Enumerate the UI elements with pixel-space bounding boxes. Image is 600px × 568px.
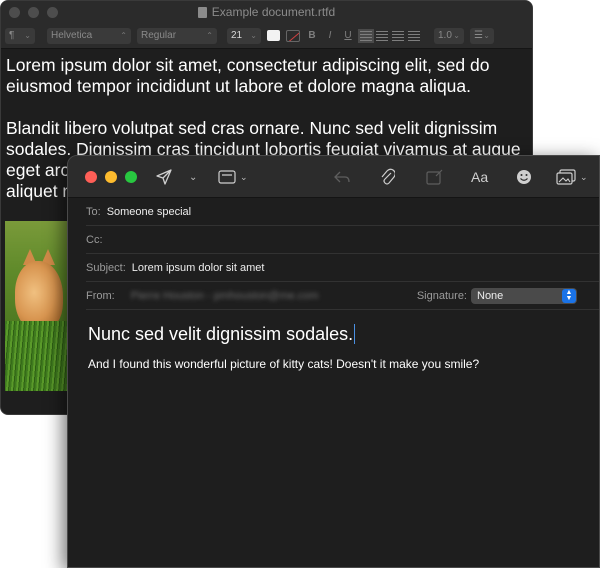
mail-traffic-lights	[85, 171, 137, 183]
to-recipient[interactable]: Someone special	[107, 206, 191, 218]
reply-arrow-icon	[334, 171, 350, 183]
background-color-swatch[interactable]	[286, 29, 300, 42]
message-body[interactable]: Nunc sed velit dignissim sodales. And I …	[68, 310, 599, 384]
photo-browser-icon	[556, 169, 576, 185]
cc-label: Cc:	[86, 233, 103, 246]
chevron-down-icon: ⌄	[240, 171, 248, 182]
grass-area	[5, 321, 69, 391]
align-right-icon[interactable]	[392, 30, 404, 41]
text-caret	[354, 324, 356, 344]
from-account-popup[interactable]: Pierre Houston - pmhouston@me.com	[131, 290, 319, 302]
chevron-updown-icon: ▲ ▼	[562, 289, 576, 303]
reply-button	[334, 167, 350, 187]
format-toolbar: ¶ ⌄ Helvetica ⌃ Regular ⌃ 21 ⌄ B I U 1.0…	[1, 23, 532, 49]
paper-plane-icon	[156, 169, 172, 185]
alignment-controls	[358, 28, 420, 43]
font-style-popup[interactable]: Regular ⌃	[137, 27, 217, 44]
format-label: Aa	[471, 169, 489, 185]
underline-button[interactable]: U	[342, 30, 354, 41]
font-family-label: Helvetica	[51, 30, 93, 41]
document-icon	[197, 6, 207, 18]
align-justify-icon[interactable]	[408, 30, 420, 41]
markup-button	[426, 167, 444, 187]
header-fields-button[interactable]: ⌄	[218, 167, 248, 187]
font-family-popup[interactable]: Helvetica ⌃	[47, 27, 131, 44]
close-button[interactable]	[9, 7, 20, 18]
font-style-label: Regular	[141, 30, 177, 41]
from-label: From:	[86, 289, 115, 302]
signature-label: Signature:	[416, 289, 467, 302]
chevron-down-icon: ⌄	[250, 31, 257, 40]
line-spacing-label: 1.0	[438, 30, 452, 41]
textedit-titlebar[interactable]: Example document.rtfd	[1, 1, 532, 23]
to-field-row[interactable]: To: Someone special	[86, 198, 599, 226]
smiley-icon	[517, 170, 531, 184]
from-field-row: From: Pierre Houston - pmhouston@me.com …	[86, 282, 599, 310]
chevron-down-icon: ⌄	[453, 31, 460, 40]
align-left-icon[interactable]	[358, 28, 374, 43]
line-spacing-popup[interactable]: 1.0 ⌄	[434, 27, 464, 44]
body-text: And I found this wonderful picture of ki…	[88, 357, 480, 371]
minimize-button[interactable]	[28, 7, 39, 18]
align-center-icon[interactable]	[376, 30, 388, 41]
italic-button[interactable]: I	[324, 30, 336, 41]
to-label: To:	[86, 205, 101, 218]
font-size-label: 21	[231, 30, 243, 41]
bold-button[interactable]: B	[306, 30, 318, 41]
text-color-swatch[interactable]	[267, 30, 280, 41]
paperclip-icon	[381, 168, 395, 185]
minimize-button[interactable]	[105, 171, 117, 183]
send-options-button[interactable]: ⌄	[189, 167, 197, 187]
zoom-button[interactable]	[125, 171, 137, 183]
attach-button[interactable]	[381, 167, 395, 187]
list-popup[interactable]: ☰ ⌄	[470, 27, 494, 44]
paragraph-style-label: ¶	[9, 30, 15, 41]
window-title: Example document.rtfd	[197, 5, 336, 19]
header-fields-icon	[218, 170, 236, 184]
chevron-down-icon: ⌄	[24, 31, 31, 40]
chevron-updown-icon: ⌃	[206, 31, 213, 40]
body-heading: Nunc sed velit dignissim sodales.	[88, 322, 579, 346]
list-icon: ☰	[474, 30, 483, 41]
font-size-popup[interactable]: 21 ⌄	[227, 27, 261, 44]
window-title-text: Example document.rtfd	[211, 5, 336, 19]
cc-field-row[interactable]: Cc:	[86, 226, 599, 254]
mail-compose-window: ⌄ ⌄ Aa ⌄ To: Someone special Cc: Subject…	[67, 155, 600, 568]
signature-popup[interactable]: None ▲ ▼	[471, 288, 577, 304]
textedit-traffic-lights	[9, 7, 58, 18]
subject-field-row[interactable]: Subject: Lorem ipsum dolor sit amet	[86, 254, 599, 282]
send-button[interactable]	[156, 167, 172, 187]
subject-input[interactable]: Lorem ipsum dolor sit amet	[132, 262, 265, 274]
document-paragraph: Lorem ipsum dolor sit amet, consectetur …	[6, 55, 490, 96]
kitten-image	[5, 221, 69, 391]
zoom-button[interactable]	[47, 7, 58, 18]
chevron-down-icon: ⌄	[189, 171, 198, 183]
format-button[interactable]: Aa	[471, 167, 488, 187]
chevron-down-icon: ⌄	[580, 171, 588, 182]
signature-value: None	[477, 290, 504, 302]
mail-toolbar[interactable]: ⌄ ⌄ Aa ⌄	[68, 156, 599, 198]
close-button[interactable]	[85, 171, 97, 183]
markup-icon	[426, 169, 443, 185]
subject-label: Subject:	[86, 261, 126, 274]
chevron-down-icon: ⌄	[483, 31, 490, 40]
body-heading-text: Nunc sed velit dignissim sodales.	[88, 324, 354, 344]
chevron-updown-icon: ⌃	[120, 31, 127, 40]
photo-browser-button[interactable]: ⌄	[556, 167, 588, 187]
paragraph-style-popup[interactable]: ¶ ⌄	[5, 27, 35, 44]
emoji-button[interactable]	[516, 167, 532, 187]
